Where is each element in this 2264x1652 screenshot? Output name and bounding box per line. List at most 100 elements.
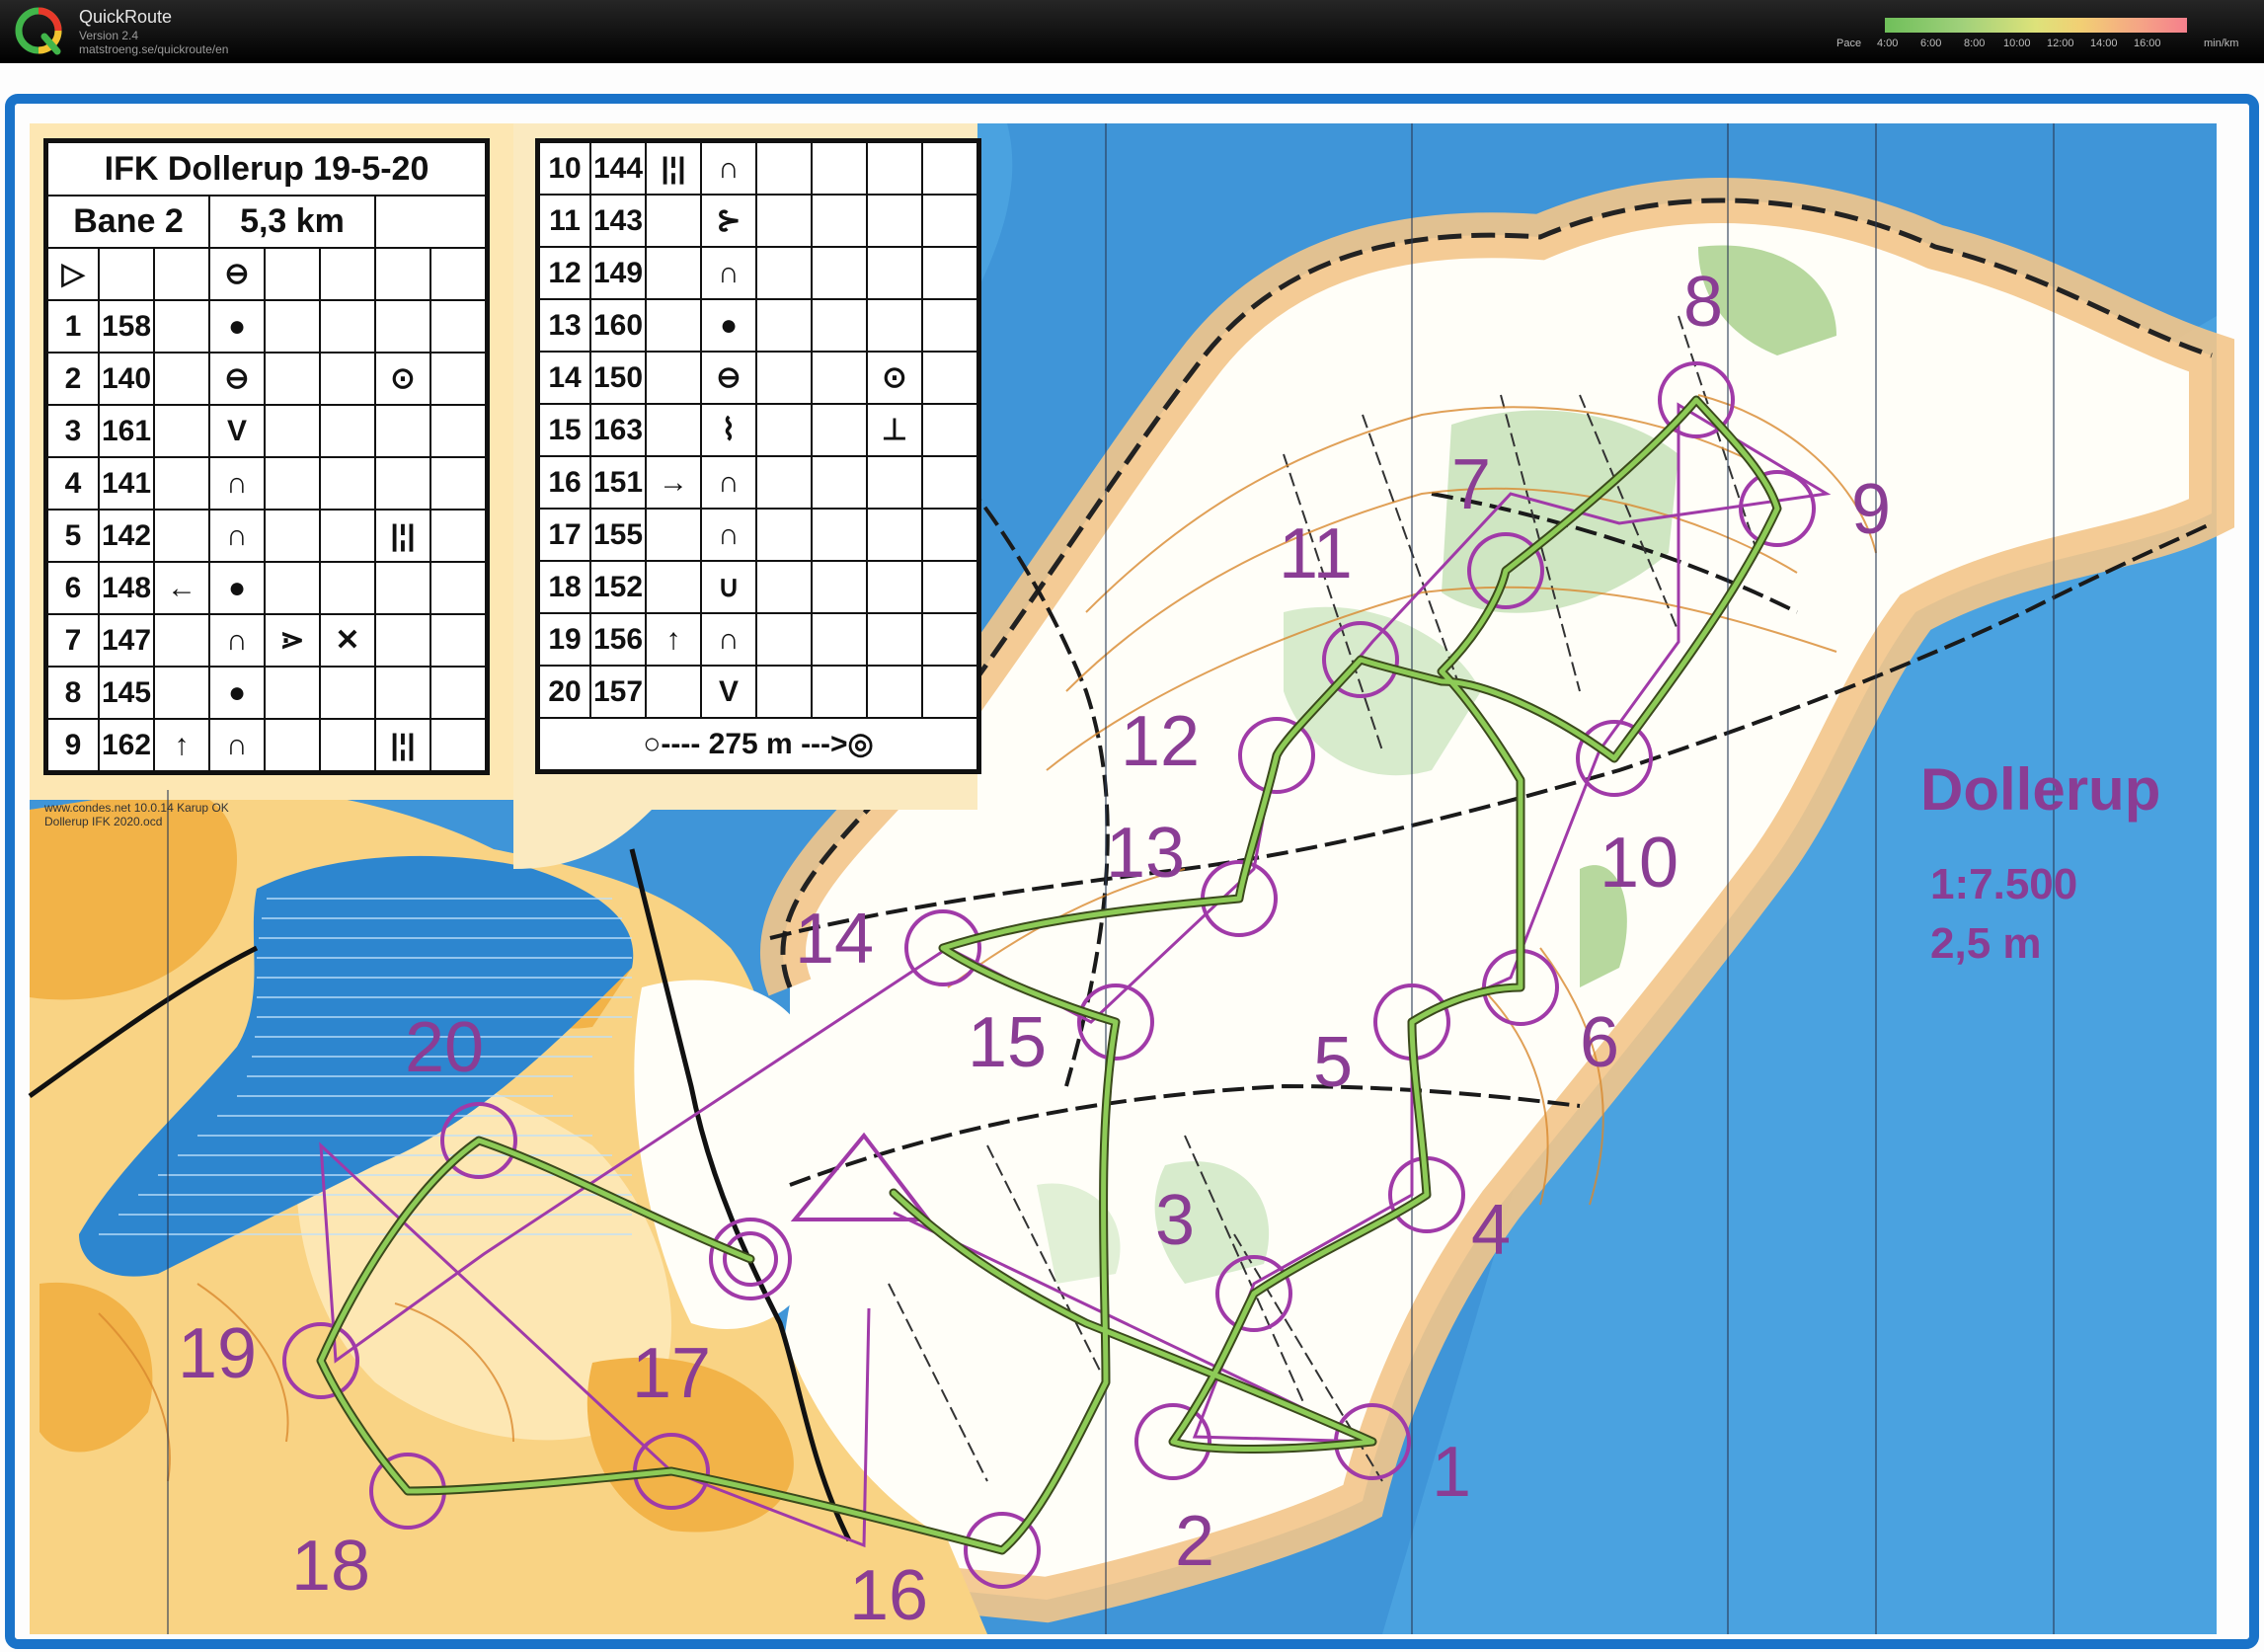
control-code: 157 xyxy=(589,665,647,719)
col-location xyxy=(374,613,431,668)
col-which xyxy=(153,352,210,406)
col-feature: ⊖ xyxy=(700,351,757,405)
col-dimensions xyxy=(811,194,868,248)
col-dimensions xyxy=(811,403,868,457)
app-url-link[interactable]: matstroeng.se/quickroute/en xyxy=(79,42,228,56)
control-seq: 3 xyxy=(46,404,100,458)
control-seq: 13 xyxy=(538,298,591,353)
control-seq: 6 xyxy=(46,561,100,615)
col-appearance xyxy=(264,509,321,563)
control-code: 163 xyxy=(589,403,647,457)
col-feature: ∩ xyxy=(208,718,266,772)
col-feature: ∪ xyxy=(700,560,757,614)
description-row: 7 147 ∩ ⋗ ✕ xyxy=(46,613,487,668)
control-number-13: 13 xyxy=(1106,814,1185,893)
col-dimensions xyxy=(319,352,376,406)
control-number-14: 14 xyxy=(795,900,874,979)
description-row: 5 142 ∩ |¦| xyxy=(46,509,487,563)
col-feature: ∩ xyxy=(700,141,757,196)
map-credit-line-1: www.condes.net 10.0.14 Karup OK xyxy=(43,801,229,815)
col-which xyxy=(153,404,210,458)
col-feature: ∩ xyxy=(700,455,757,510)
control-description-sheet-1: IFK Dollerup 19-5-20 Bane 2 5,3 km ▷ ⊖ 1… xyxy=(43,138,490,775)
control-number-20: 20 xyxy=(405,1008,484,1087)
col-dimensions xyxy=(319,404,376,458)
col-feature: V xyxy=(208,404,266,458)
control-seq: 2 xyxy=(46,352,100,406)
control-number-15: 15 xyxy=(968,1003,1047,1082)
col-feature: ⌇ xyxy=(700,403,757,457)
start-row: ▷ ⊖ xyxy=(46,247,487,301)
control-code: 148 xyxy=(98,561,155,615)
col-dimensions xyxy=(811,141,868,196)
map-name: Dollerup xyxy=(1920,756,2160,823)
description-row: 1 158 ● xyxy=(46,299,487,354)
control-code: 142 xyxy=(98,509,155,563)
control-number-6: 6 xyxy=(1580,1003,1619,1082)
col-which xyxy=(645,508,702,562)
col-dimensions xyxy=(811,351,868,405)
description-row: 18 152 ∪ xyxy=(538,560,978,614)
control-code: 151 xyxy=(589,455,647,510)
control-seq: 17 xyxy=(538,508,591,562)
col-feature: ● xyxy=(208,299,266,354)
control-code: 156 xyxy=(589,612,647,667)
col-location xyxy=(866,612,923,667)
start-triangle-icon: ▷ xyxy=(46,247,100,301)
col-dimensions xyxy=(811,455,868,510)
description-row: 19 156 ↑ ∩ xyxy=(538,612,978,667)
col-location: ⊥ xyxy=(866,403,923,457)
col-which xyxy=(645,403,702,457)
pace-color-scale xyxy=(1885,18,2187,33)
col-which xyxy=(645,246,702,300)
pace-unit: min/km xyxy=(2204,38,2239,49)
col-dimensions xyxy=(319,561,376,615)
control-code: 145 xyxy=(98,666,155,720)
control-number-5: 5 xyxy=(1313,1023,1353,1102)
control-number-18: 18 xyxy=(291,1527,370,1606)
col-which xyxy=(645,298,702,353)
col-appearance xyxy=(755,351,813,405)
control-number-19: 19 xyxy=(178,1314,257,1393)
col-which xyxy=(153,509,210,563)
col-location xyxy=(866,455,923,510)
col-feature: ● xyxy=(208,561,266,615)
col-which xyxy=(153,299,210,354)
col-appearance xyxy=(264,718,321,772)
pace-tick: 8:00 xyxy=(1964,38,1986,49)
control-seq: 19 xyxy=(538,612,591,667)
col-dimensions xyxy=(811,246,868,300)
control-number-1: 1 xyxy=(1432,1433,1471,1512)
event-title: IFK Dollerup 19-5-20 xyxy=(46,141,487,197)
description-row: 8 145 ● xyxy=(46,666,487,720)
description-row: 11 143 ⊱ xyxy=(538,194,978,248)
control-code: 147 xyxy=(98,613,155,668)
col-dimensions xyxy=(319,666,376,720)
control-number-7: 7 xyxy=(1451,445,1491,524)
control-code: 161 xyxy=(98,404,155,458)
control-number-10: 10 xyxy=(1600,824,1678,903)
pace-tick: 6:00 xyxy=(1920,38,1942,49)
col-feature: ∩ xyxy=(700,246,757,300)
col-feature: ⊖ xyxy=(208,352,266,406)
col-appearance xyxy=(264,666,321,720)
map-credit-line-2: Dollerup IFK 2020.ocd xyxy=(44,815,162,828)
col-dimensions xyxy=(319,456,376,511)
col-appearance xyxy=(264,561,321,615)
col-feature: V xyxy=(700,665,757,719)
description-row: 9 162 ↑ ∩ |¦| xyxy=(46,718,487,772)
col-dimensions xyxy=(811,665,868,719)
control-seq: 15 xyxy=(538,403,591,457)
control-number-3: 3 xyxy=(1155,1181,1195,1260)
col-feature: ● xyxy=(700,298,757,353)
description-row: 15 163 ⌇ ⊥ xyxy=(538,403,978,457)
col-which xyxy=(645,665,702,719)
col-location xyxy=(374,666,431,720)
control-number-16: 16 xyxy=(849,1556,928,1635)
col-feature: ∩ xyxy=(208,613,266,668)
pace-legend: Pace 4:00 6:00 8:00 10:00 12:00 14:00 16… xyxy=(1835,16,2264,55)
pace-tick: 16:00 xyxy=(2134,38,2161,49)
col-which: ↑ xyxy=(153,718,210,772)
map-contour-interval: 2,5 m xyxy=(1930,919,2042,968)
control-description-sheet-2: 10 144 |¦| ∩ 11 143 ⊱ 12 149 ∩ 13 160 ● … xyxy=(535,138,981,774)
